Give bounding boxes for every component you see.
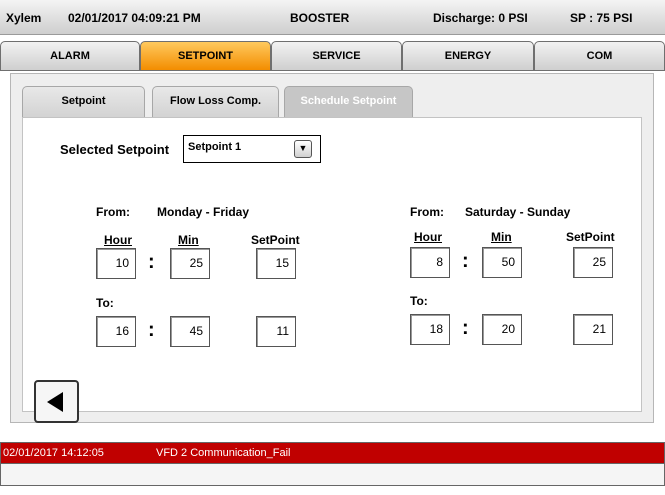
subtab-flow-loss-comp[interactable]: Flow Loss Comp. bbox=[152, 86, 279, 118]
header-bar: Xylem 02/01/2017 04:09:21 PM BOOSTER Dis… bbox=[0, 0, 665, 35]
back-button[interactable] bbox=[34, 380, 79, 423]
weekend-to-label: To: bbox=[410, 294, 428, 308]
weekend-to-colon: : bbox=[462, 317, 469, 339]
brand-label: Xylem bbox=[6, 11, 42, 25]
tab-alarm[interactable]: ALARM bbox=[0, 41, 140, 71]
main-nav: ALARM SETPOINT SERVICE ENERGY COM bbox=[0, 41, 665, 71]
weekend-from-hour-field[interactable]: 8 bbox=[410, 247, 450, 278]
weekend-min-header: Min bbox=[491, 230, 512, 244]
weekend-to-min-field[interactable]: 20 bbox=[482, 314, 522, 345]
weekend-setpoint-header: SetPoint bbox=[566, 230, 615, 244]
subtab-setpoint[interactable]: Setpoint bbox=[22, 86, 145, 118]
selected-setpoint-label: Selected Setpoint bbox=[60, 142, 170, 157]
discharge-label: Discharge: 0 PSI bbox=[433, 11, 528, 25]
arrow-left-icon bbox=[47, 392, 63, 412]
weekday-hour-header: Hour bbox=[104, 233, 132, 247]
mode-label: BOOSTER bbox=[290, 11, 350, 25]
tab-energy[interactable]: ENERGY bbox=[402, 41, 534, 71]
weekday-to-colon: : bbox=[148, 319, 155, 341]
alarm-timestamp: 02/01/2017 14:12:05 bbox=[3, 447, 104, 459]
tab-setpoint[interactable]: SETPOINT bbox=[140, 41, 271, 71]
weekday-to-setpoint-field[interactable]: 11 bbox=[256, 316, 296, 347]
weekend-range-label: Saturday - Sunday bbox=[465, 205, 571, 219]
weekend-to-setpoint-field[interactable]: 21 bbox=[573, 314, 613, 345]
weekday-range-label: Monday - Friday bbox=[157, 205, 250, 219]
setpoint-dropdown-value: Setpoint 1 bbox=[188, 141, 242, 153]
alarm-bar[interactable]: 02/01/2017 14:12:05 VFD 2 Communication_… bbox=[0, 442, 665, 464]
weekend-from-colon: : bbox=[462, 250, 469, 272]
subtab-schedule-setpoint[interactable]: Schedule Setpoint bbox=[284, 86, 413, 118]
status-bar bbox=[0, 464, 665, 486]
weekend-hour-header: Hour bbox=[414, 230, 442, 244]
weekday-from-label: From: bbox=[96, 205, 130, 219]
weekend-from-setpoint-field[interactable]: 25 bbox=[573, 247, 613, 278]
weekday-to-label: To: bbox=[96, 296, 114, 310]
setpoint-label: SP : 75 PSI bbox=[570, 11, 633, 25]
weekday-from-hour-field[interactable]: 10 bbox=[96, 248, 136, 279]
tab-service[interactable]: SERVICE bbox=[271, 41, 402, 71]
tab-com[interactable]: COM bbox=[534, 41, 665, 71]
weekend-to-hour-field[interactable]: 18 bbox=[410, 314, 450, 345]
weekday-to-hour-field[interactable]: 16 bbox=[96, 316, 136, 347]
weekend-from-min-field[interactable]: 50 bbox=[482, 247, 522, 278]
weekday-setpoint-header: SetPoint bbox=[251, 233, 300, 247]
weekday-from-min-field[interactable]: 25 bbox=[170, 248, 210, 279]
weekday-from-colon: : bbox=[148, 251, 155, 273]
datetime-label: 02/01/2017 04:09:21 PM bbox=[68, 11, 201, 25]
weekday-from-setpoint-field[interactable]: 15 bbox=[256, 248, 296, 279]
weekend-from-label: From: bbox=[410, 205, 444, 219]
weekday-to-min-field[interactable]: 45 bbox=[170, 316, 210, 347]
chevron-down-icon[interactable]: ▼ bbox=[294, 140, 312, 158]
alarm-message: VFD 2 Communication_Fail bbox=[156, 447, 291, 459]
weekday-min-header: Min bbox=[178, 233, 199, 247]
setpoint-dropdown[interactable]: Setpoint 1 ▼ bbox=[183, 135, 321, 163]
